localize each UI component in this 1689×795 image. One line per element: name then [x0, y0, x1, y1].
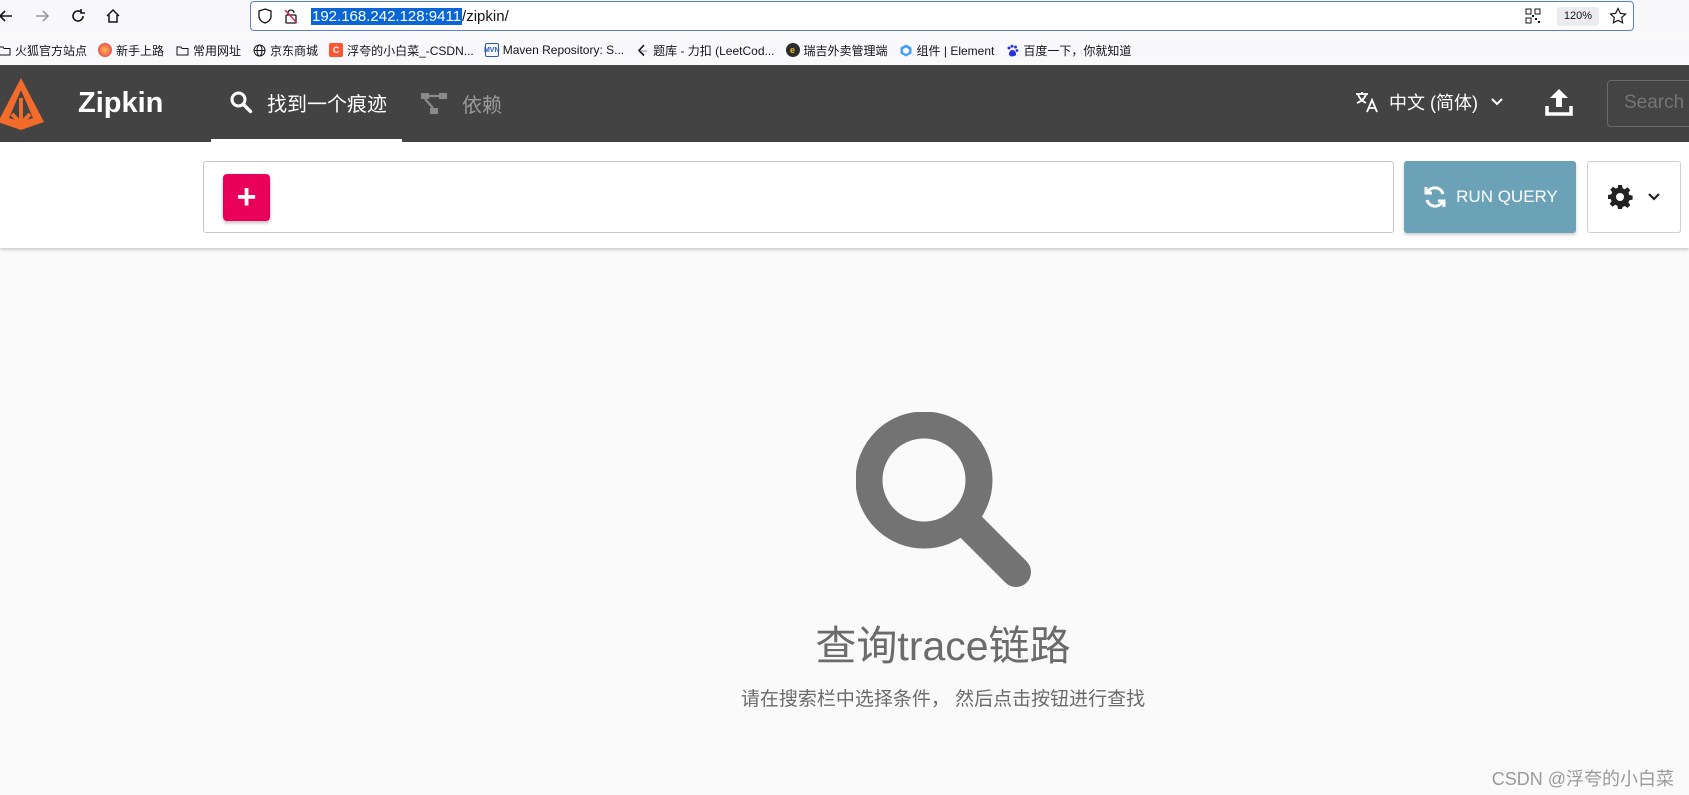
browser-toolbar: 192.168.242.128:9411/zipkin/ 120% [0, 0, 1689, 33]
tab-dependencies[interactable]: 依赖 [420, 65, 502, 142]
reggie-icon: e [785, 43, 800, 57]
tab-dependencies-label: 依赖 [462, 95, 502, 117]
app-header: Zipkin 找到一个痕迹 依赖 中文 (简体) [0, 65, 1689, 142]
empty-state-title: 查询trace链路 [815, 623, 1071, 669]
run-query-button[interactable]: RUN QUERY [1404, 161, 1576, 233]
url-text[interactable]: 192.168.242.128:9411/zipkin/ [311, 8, 509, 25]
bookmark-label: 浮夸的小白菜_-CSDN... [347, 43, 474, 58]
bookmark-label: 京东商城 [270, 43, 319, 58]
bookmark-item[interactable]: MVN Maven Repository: S... [484, 38, 625, 62]
add-criteria-button[interactable]: + [223, 174, 270, 221]
globe-icon [252, 43, 266, 57]
bookmark-label: 常用网址 [193, 43, 242, 58]
translate-icon [1356, 92, 1378, 113]
settings-button[interactable] [1587, 161, 1681, 233]
back-icon[interactable] [0, 4, 18, 28]
bookmark-item[interactable]: 京东商城 [252, 38, 318, 62]
reload-icon[interactable] [66, 4, 90, 28]
shield-icon[interactable] [257, 8, 273, 29]
bookmarks-bar: 火狐官方站点 新手上路 常用网址 京东商城 C 浮夸的小白菜_-CSDN... … [0, 38, 1689, 62]
home-icon[interactable] [101, 4, 125, 28]
tab-find-trace-label: 找到一个痕迹 [267, 93, 387, 116]
bookmark-item[interactable]: 常用网址 [175, 38, 241, 62]
url-path: /zipkin/ [462, 8, 509, 25]
criteria-box[interactable]: + [203, 161, 1394, 233]
bookmark-label: 组件 | Element [916, 43, 995, 58]
magnifier-icon [855, 411, 1032, 593]
qr-code-icon[interactable] [1525, 8, 1541, 29]
bookmark-label: 题库 - 力扣 (LeetCod... [653, 43, 775, 58]
star-icon[interactable] [1609, 7, 1627, 30]
csdn-icon: C [329, 43, 344, 57]
refresh-icon [1424, 186, 1446, 208]
insecure-lock-icon[interactable] [283, 8, 299, 29]
language-selector[interactable]: 中文 (简体) [1355, 89, 1504, 115]
trace-id-search[interactable] [1607, 80, 1689, 127]
bookmark-item[interactable]: e 瑞吉外卖管理端 [785, 38, 888, 62]
zipkin-logo-icon[interactable] [0, 76, 48, 137]
watermark: CSDN @浮夸的小白菜 [1491, 769, 1674, 789]
gear-icon [1608, 185, 1633, 209]
bookmark-item[interactable]: 组件 | Element [899, 38, 995, 62]
app-title[interactable]: Zipkin [78, 87, 163, 120]
baidu-icon [1005, 43, 1019, 57]
chevron-down-icon [1648, 193, 1660, 201]
url-host: 192.168.242.128:9411 [311, 8, 463, 25]
query-bar: + RUN QUERY [0, 142, 1689, 248]
dependency-graph-icon [421, 92, 447, 114]
forward-icon[interactable] [30, 4, 54, 28]
bookmark-label: 瑞吉外卖管理端 [803, 43, 888, 58]
bookmark-item[interactable]: 百度一下，你就知道 [1005, 38, 1131, 62]
mvn-icon: MVN [484, 43, 500, 57]
language-label: 中文 (简体) [1389, 93, 1478, 113]
chevron-down-icon [1491, 98, 1503, 106]
leetcode-icon [635, 43, 649, 57]
zoom-level[interactable]: 120% [1556, 7, 1599, 26]
upload-icon[interactable] [1545, 87, 1573, 122]
search-input[interactable] [1608, 81, 1689, 125]
bookmark-item[interactable]: C 浮夸的小白菜_-CSDN... [329, 38, 474, 62]
bookmark-item[interactable]: 新手上路 [98, 38, 164, 62]
bookmark-label: Maven Repository: S... [502, 43, 625, 57]
bookmark-item[interactable]: 题库 - 力扣 (LeetCod... [635, 38, 775, 62]
search-icon [230, 91, 253, 114]
bookmark-item[interactable]: 火狐官方站点 [0, 38, 87, 62]
bookmark-label: 火狐官方站点 [15, 43, 88, 58]
empty-state-subtitle: 请在搜索栏中选择条件， 然后点击按钮进行查找 [740, 689, 1146, 710]
bookmark-label: 百度一下，你就知道 [1023, 43, 1132, 58]
firefox-icon [98, 43, 113, 57]
folder-icon [175, 43, 189, 57]
run-query-label: RUN QUERY [1456, 187, 1558, 206]
tab-find-trace[interactable]: 找到一个痕迹 [211, 65, 402, 142]
element-icon [899, 43, 913, 57]
folder-icon [0, 43, 11, 57]
bookmark-label: 新手上路 [116, 43, 165, 58]
url-bar[interactable]: 192.168.242.128:9411/zipkin/ 120% [250, 1, 1634, 31]
